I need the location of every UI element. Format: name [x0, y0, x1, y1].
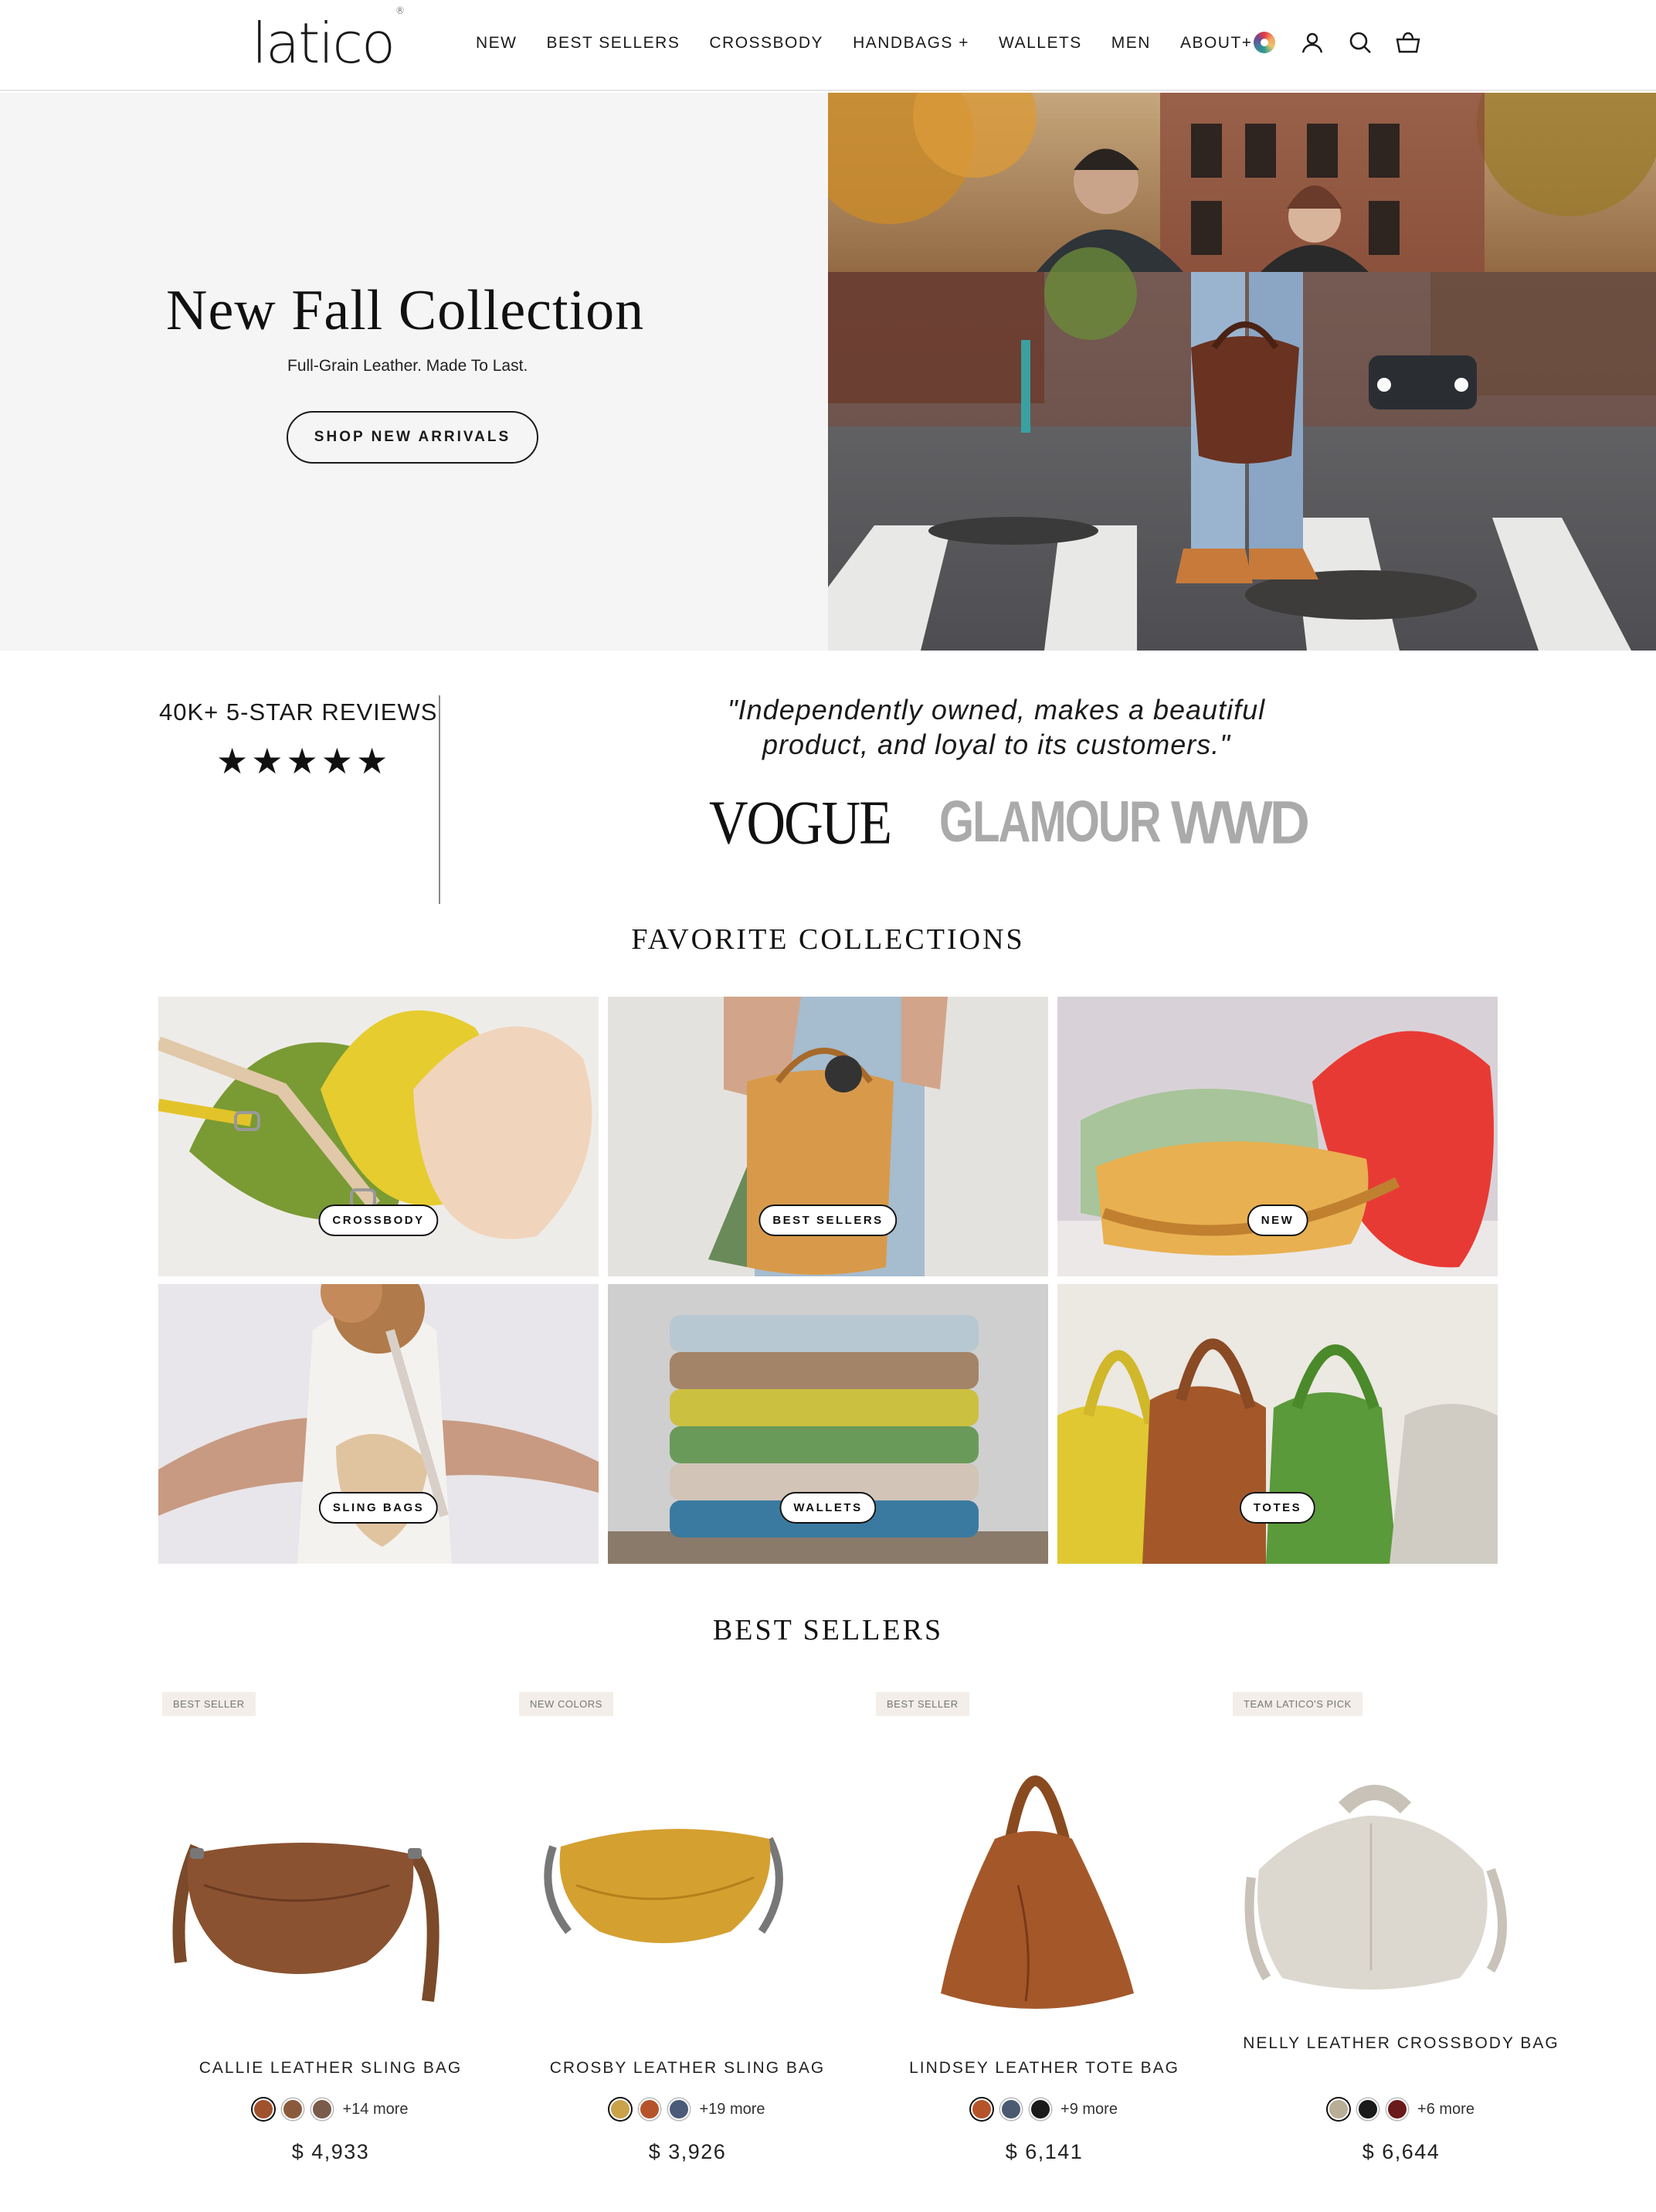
- product-badge: TEAM LATICO'S PICK: [1233, 1692, 1362, 1716]
- collection-label: TOTES: [1239, 1492, 1316, 1524]
- glamour-logo: GLAMOUR: [939, 789, 1162, 855]
- collection-new[interactable]: NEW: [1057, 997, 1498, 1276]
- press-quote: "Independently owned, makes a beautiful …: [727, 694, 1266, 760]
- swatch[interactable]: [311, 2098, 334, 2120]
- swatch[interactable]: [1030, 2098, 1052, 2120]
- product-badge: BEST SELLER: [162, 1692, 256, 1716]
- logo[interactable]: latico ®: [252, 5, 405, 76]
- nav-best-sellers[interactable]: BEST SELLERS: [547, 34, 680, 53]
- collection-label: CROSSBODY: [318, 1205, 439, 1236]
- wwd-logo: WWD: [1171, 789, 1310, 858]
- site-header: latico ® NEW BEST SELLERS CROSSBODY HANDB…: [0, 0, 1656, 91]
- swatch[interactable]: [668, 2098, 691, 2120]
- swatch[interactable]: [1357, 2098, 1379, 2120]
- more-colors-link[interactable]: +9 more: [1060, 2101, 1118, 2119]
- collection-totes[interactable]: TOTES: [1057, 1284, 1498, 1564]
- rating-stars: ★★★★★: [216, 741, 392, 781]
- collection-label: WALLETS: [779, 1492, 877, 1524]
- best-sellers-title: BEST SELLERS: [712, 1614, 944, 1646]
- swatch[interactable]: [639, 2098, 661, 2120]
- nav-crossbody[interactable]: CROSSBODY: [709, 34, 823, 53]
- color-swatches: +6 more: [1228, 2098, 1574, 2120]
- product-card[interactable]: BEST SELLER LINDSEY LEATHER TOTE BAG +9 …: [871, 1684, 1217, 2163]
- color-swatches: +19 more: [514, 2098, 860, 2120]
- product-card[interactable]: TEAM LATICO'S PICK NELLY LEATHER CROSSBO…: [1228, 1684, 1574, 2163]
- collection-label: SLING BAGS: [318, 1492, 439, 1524]
- main-nav: NEW BEST SELLERS CROSSBODY HANDBAGS + WA…: [476, 34, 1282, 53]
- product-price: $ 3,926: [648, 2140, 727, 2163]
- reviews-count: 40K+ 5-STAR REVIEWS: [159, 698, 438, 725]
- collection-best-sellers[interactable]: BEST SELLERS: [608, 997, 1048, 1276]
- product-name[interactable]: NELLY LEATHER CROSSBODY BAG: [1228, 2030, 1574, 2056]
- logo-registered-mark: ®: [395, 5, 405, 16]
- shop-new-arrivals-button[interactable]: SHOP NEW ARRIVALS: [287, 411, 538, 464]
- product-badge: NEW COLORS: [519, 1692, 613, 1716]
- search-icon[interactable]: [1347, 29, 1373, 56]
- product-price: $ 6,644: [1362, 2140, 1441, 2163]
- hero-title: New Fall Collection: [166, 279, 645, 342]
- product-price: $ 4,933: [291, 2140, 370, 2163]
- favorite-collections-title: FAVORITE COLLECTIONS: [631, 923, 1025, 956]
- press-divider: [439, 695, 440, 904]
- vogue-logo: VOGUE: [709, 789, 892, 858]
- cart-icon[interactable]: [1395, 29, 1421, 56]
- color-swatches: +14 more: [158, 2098, 504, 2120]
- swatch[interactable]: [971, 2098, 993, 2120]
- collection-label: NEW: [1247, 1205, 1308, 1236]
- color-wheel-icon[interactable]: [1251, 29, 1278, 56]
- color-swatches: +9 more: [871, 2098, 1217, 2120]
- hero-image[interactable]: [828, 93, 1656, 651]
- more-colors-link[interactable]: +19 more: [699, 2101, 765, 2119]
- product-price: $ 6,141: [1005, 2140, 1084, 2163]
- product-card[interactable]: BEST SELLER CALLIE LEATHER SLING BAG +14…: [158, 1684, 504, 2163]
- swatch[interactable]: [609, 2098, 632, 2120]
- header-icons: [1251, 29, 1421, 56]
- swatch[interactable]: [282, 2098, 304, 2120]
- nav-wallets[interactable]: WALLETS: [999, 34, 1082, 53]
- product-image: [544, 1829, 783, 1943]
- collection-label: BEST SELLERS: [758, 1205, 898, 1236]
- account-icon[interactable]: [1299, 29, 1325, 56]
- nav-handbags[interactable]: HANDBAGS +: [853, 34, 969, 53]
- product-name[interactable]: CALLIE LEATHER SLING BAG: [158, 2055, 504, 2081]
- more-colors-link[interactable]: +6 more: [1417, 2101, 1474, 2119]
- nav-new[interactable]: NEW: [476, 34, 518, 53]
- nav-men[interactable]: MEN: [1111, 34, 1151, 53]
- more-colors-link[interactable]: +14 more: [342, 2101, 408, 2119]
- product-name[interactable]: LINDSEY LEATHER TOTE BAG: [871, 2055, 1217, 2081]
- swatch[interactable]: [1386, 2098, 1409, 2120]
- hero-subtitle: Full-Grain Leather. Made To Last.: [287, 357, 528, 375]
- swatch[interactable]: [253, 2098, 275, 2120]
- product-name[interactable]: CROSBY LEATHER SLING BAG: [514, 2055, 860, 2081]
- swatch[interactable]: [1000, 2098, 1023, 2120]
- product-image: [941, 1775, 1134, 2009]
- collection-wallets[interactable]: WALLETS: [608, 1284, 1048, 1564]
- swatch[interactable]: [1328, 2098, 1350, 2120]
- product-badge: BEST SELLER: [876, 1692, 969, 1716]
- product-card[interactable]: NEW COLORS CROSBY LEATHER SLING BAG +19 …: [514, 1684, 860, 2163]
- collection-crossbody[interactable]: CROSSBODY: [158, 997, 599, 1276]
- collection-sling-bags[interactable]: SLING BAGS: [158, 1284, 599, 1564]
- logo-text: latico: [252, 11, 395, 76]
- product-image: [172, 1843, 439, 2003]
- nav-about[interactable]: ABOUT+: [1180, 34, 1253, 53]
- product-image: [1244, 1785, 1507, 1989]
